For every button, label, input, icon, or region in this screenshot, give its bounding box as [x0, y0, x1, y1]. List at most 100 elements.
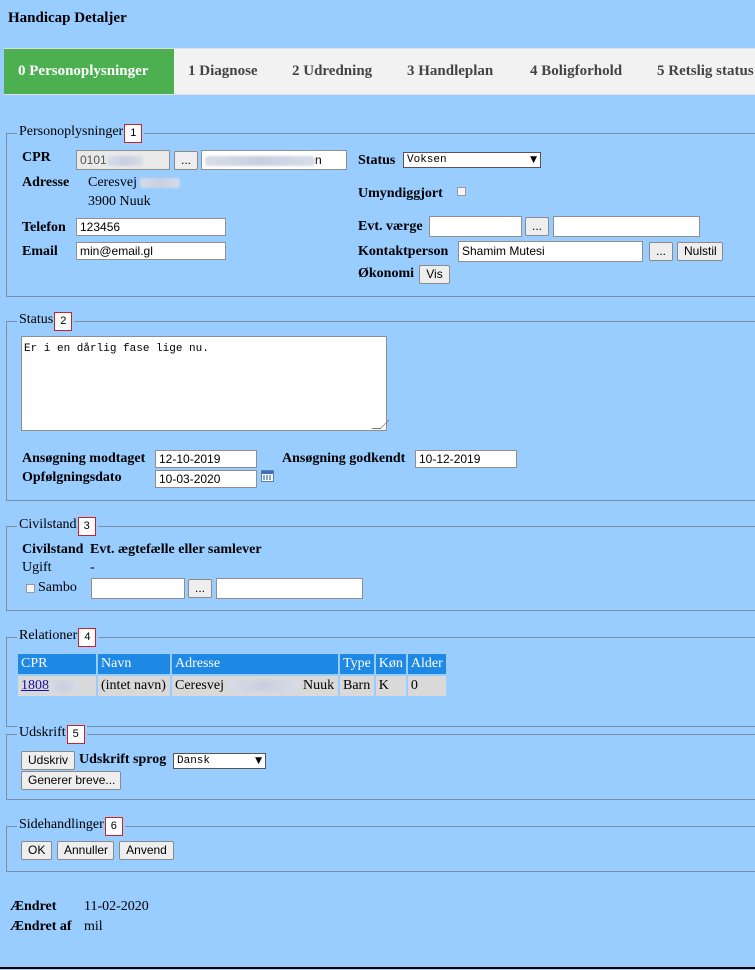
partner-lookup-button[interactable]: ...: [188, 579, 212, 598]
tab-diagnose[interactable]: 1 Diagnose: [174, 49, 272, 94]
relation-kon-cell: K: [375, 676, 406, 696]
redacted-block: [106, 155, 143, 166]
relationer-legend: Relationer 4: [17, 628, 99, 647]
adresse-line1: Ceresvej: [88, 175, 181, 191]
cpr-label: CPR: [22, 150, 51, 165]
section-number-badge: 3: [77, 517, 96, 536]
relation-cpr-value: 1808: [21, 678, 49, 693]
table-header-row: CPR Navn Adresse Type Køn Alder: [18, 654, 446, 674]
civilstand-value: Ugift: [22, 560, 52, 575]
vaerge-cpr-input[interactable]: [429, 216, 522, 237]
anvend-button[interactable]: Anvend: [119, 841, 174, 860]
table-row: 1808 (intet navn) Ceresvej Nuuk Barn K 0: [18, 676, 446, 696]
okonomi-vis-button[interactable]: Vis: [419, 265, 450, 284]
redacted-block: [227, 680, 300, 691]
telefon-input[interactable]: 123456: [76, 218, 226, 236]
resize-handle-icon[interactable]: [371, 420, 390, 429]
page-title: Handicap Detaljer: [8, 10, 127, 26]
relation-cpr-link[interactable]: 1808: [21, 678, 79, 693]
vaerge-label: Evt. værge: [358, 219, 423, 234]
tab-retslig-status[interactable]: 5 Retslig status: [643, 49, 755, 94]
adresse-label: Adresse: [22, 175, 70, 190]
udskriv-button[interactable]: Udskriv: [21, 751, 75, 770]
status-label: Status: [358, 153, 396, 168]
legend-text: Relationer: [19, 628, 78, 643]
status-note-text: Er i en dårlig fase lige nu.: [24, 343, 209, 355]
relation-alder-cell: 0: [407, 676, 446, 696]
redacted-block: [140, 177, 181, 188]
udskrift-sprog-select[interactable]: Dansk ▼: [173, 753, 266, 769]
kontaktperson-lookup-button[interactable]: ...: [649, 242, 673, 261]
email-label: Email: [22, 244, 58, 259]
sambo-checkbox[interactable]: [26, 584, 35, 593]
name-input[interactable]: n: [201, 150, 347, 170]
vaerge-lookup-button[interactable]: ...: [525, 217, 549, 236]
okonomi-label: Økonomi: [358, 266, 415, 281]
tab-bar: 0 Personoplysninger 1 Diagnose 2 Udredni…: [4, 48, 755, 95]
column-header-adresse: Adresse: [172, 654, 338, 674]
column-header-kon: Køn: [375, 654, 406, 674]
calendar-icon[interactable]: [261, 470, 274, 482]
aendret-af-value: mil: [84, 919, 103, 934]
ansogning-godkendt-input[interactable]: 10-12-2019: [415, 450, 517, 468]
aendret-value: 11-02-2020: [84, 899, 149, 914]
partner-cpr-input[interactable]: [91, 578, 185, 599]
generer-breve-button[interactable]: Generer breve...: [21, 771, 121, 790]
column-header-cpr: CPR: [18, 654, 96, 674]
tab-handleplan[interactable]: 3 Handleplan: [393, 49, 507, 94]
relation-adresse-cell: Ceresvej Nuuk: [172, 676, 338, 696]
legend-text: Personoplysninger: [19, 124, 124, 139]
udskrift-sprog-label: Udskrift sprog: [79, 752, 167, 767]
ansogning-modtaget-input[interactable]: 12-10-2019: [155, 450, 257, 468]
sidehandlinger-legend: Sidehandlinger 6: [17, 817, 125, 836]
status-note-textarea[interactable]: Er i en dårlig fase lige nu.: [21, 336, 390, 431]
relation-adresse-start: Ceresvej: [175, 678, 224, 693]
section-number-badge: 6: [104, 817, 123, 836]
partner-value: -: [90, 560, 95, 575]
bottom-divider: [0, 967, 755, 969]
tab-personoplysninger[interactable]: 0 Personoplysninger: [4, 49, 174, 94]
nulstil-button[interactable]: Nulstil: [677, 242, 723, 261]
umyndiggjort-label: Umyndiggjort: [358, 186, 443, 201]
cpr-input[interactable]: 0101: [76, 150, 170, 170]
chevron-down-icon: ▼: [530, 155, 537, 165]
partner-header: Evt. ægtefælle eller samlever: [90, 542, 262, 557]
relation-cpr-cell: 1808: [18, 676, 96, 696]
relationer-table: CPR Navn Adresse Type Køn Alder 1808 (in…: [16, 652, 448, 698]
personoplysninger-legend: Personoplysninger 1: [17, 124, 145, 143]
ansogning-godkendt-label: Ansøgning godkendt: [282, 451, 406, 466]
sambo-label: Sambo: [38, 580, 77, 595]
legend-text: Sidehandlinger: [19, 817, 104, 832]
aendret-label: Ændret: [10, 899, 57, 914]
vaerge-name-input[interactable]: [553, 216, 700, 237]
redacted-block: [49, 680, 79, 691]
status-value: Voksen: [407, 154, 447, 166]
tab-udredning[interactable]: 2 Udredning: [278, 49, 386, 94]
status-legend: Status 2: [17, 312, 75, 331]
adresse-line2: 3900 Nuuk: [88, 194, 151, 209]
status-select[interactable]: Voksen ▼: [403, 152, 541, 168]
ok-button[interactable]: OK: [21, 841, 52, 860]
cpr-lookup-button[interactable]: ...: [174, 151, 198, 170]
opfolgningsdato-label: Opfølgningsdato: [22, 470, 122, 485]
relation-adresse-end: Nuuk: [302, 678, 335, 693]
relation-navn-cell: (intet navn): [98, 676, 170, 696]
legend-text: Civilstand: [19, 517, 77, 532]
kontaktperson-input[interactable]: Shamim Mutesi: [458, 241, 643, 262]
chevron-down-icon: ▼: [255, 756, 262, 766]
tab-boligforhold[interactable]: 4 Boligforhold: [516, 49, 636, 94]
legend-text: Udskrift: [19, 725, 66, 740]
column-header-type: Type: [340, 654, 374, 674]
redacted-block: [205, 155, 315, 166]
civilstand-legend: Civilstand 3: [17, 517, 98, 536]
email-input[interactable]: min@email.gl: [76, 242, 226, 260]
partner-name-input[interactable]: [216, 578, 363, 599]
aendret-af-label: Ændret af: [10, 919, 72, 934]
cpr-value: 0101: [80, 153, 107, 167]
name-value: n: [315, 153, 322, 167]
column-header-navn: Navn: [98, 654, 170, 674]
umyndiggjort-checkbox[interactable]: [457, 187, 466, 196]
column-header-alder: Alder: [407, 654, 446, 674]
opfolgningsdato-input[interactable]: 10-03-2020: [155, 470, 257, 488]
annuller-button[interactable]: Annuller: [57, 841, 114, 860]
